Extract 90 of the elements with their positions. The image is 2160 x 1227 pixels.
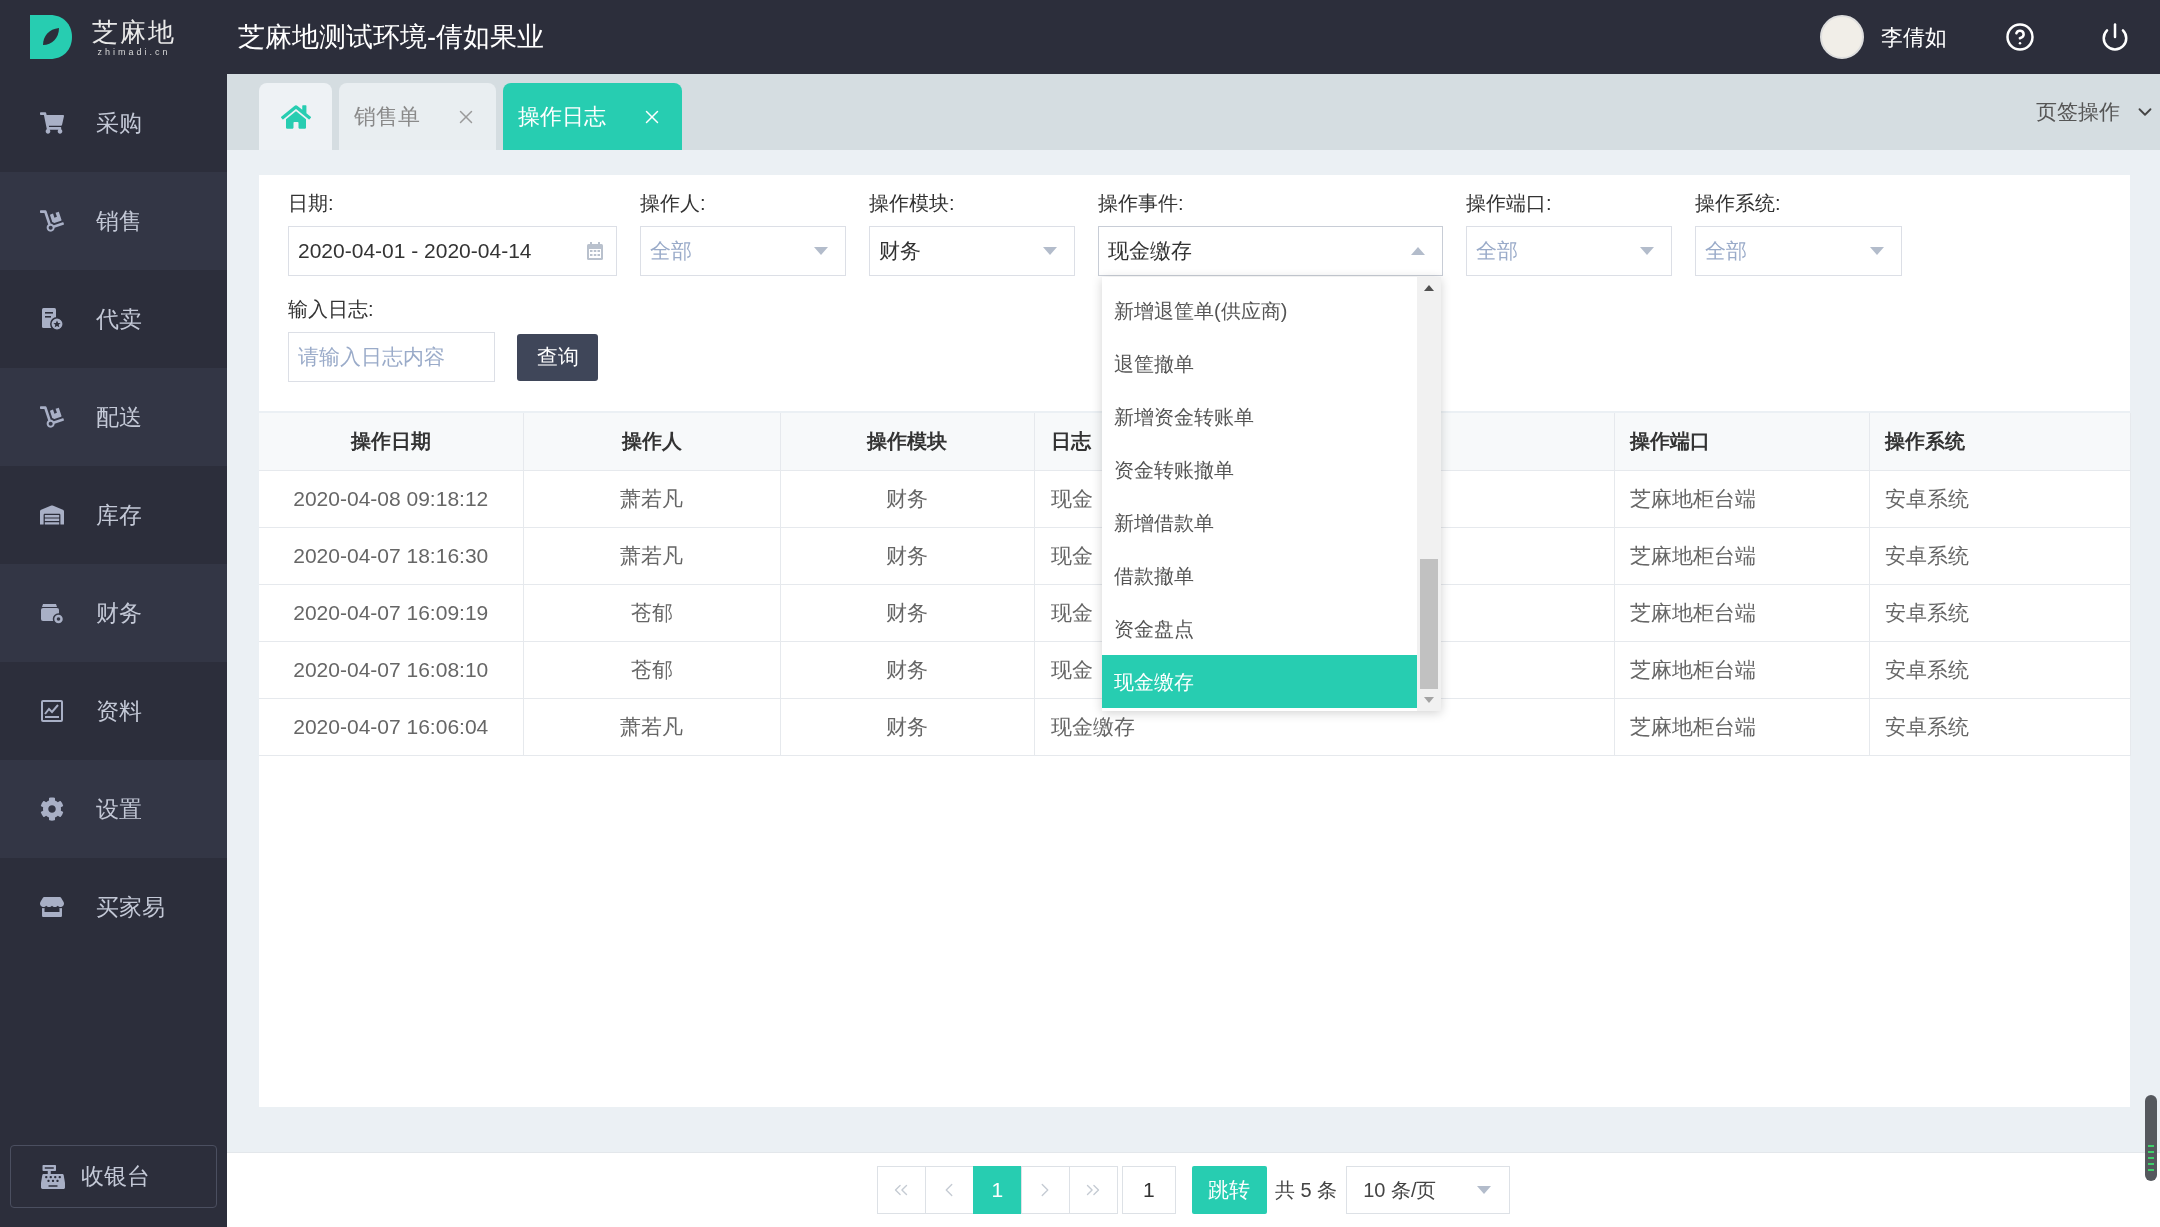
field-label: 日期: xyxy=(288,191,334,216)
first-page-button[interactable] xyxy=(876,1166,926,1214)
logo-icon xyxy=(30,15,72,59)
column-header: 操作模块 xyxy=(780,413,1034,470)
help-icon[interactable] xyxy=(2005,22,2035,52)
table-cell: 萧若凡 xyxy=(523,527,780,584)
total-count-text: 共 5 条 xyxy=(1274,1178,1338,1203)
table-cell: 萧若凡 xyxy=(523,470,780,527)
select-field[interactable]: 全部 xyxy=(1695,226,1902,276)
table-cell: 现金缴存 xyxy=(1034,698,1614,755)
table-cell: 芝麻地柜台端 xyxy=(1614,470,1869,527)
next-page-button[interactable] xyxy=(1020,1166,1070,1214)
table-cell: 安卓系统 xyxy=(1869,470,2130,527)
store-icon xyxy=(40,895,64,919)
power-icon[interactable] xyxy=(2100,22,2130,52)
caret-down-icon xyxy=(1477,1186,1492,1194)
hand-truck-icon xyxy=(40,405,64,429)
caret-up-icon xyxy=(1411,247,1425,255)
column-header: 操作日期 xyxy=(259,413,523,470)
sidebar-item[interactable]: 设置 xyxy=(0,760,227,858)
table-cell: 芝麻地柜台端 xyxy=(1614,584,1869,641)
select-field[interactable]: 全部 xyxy=(1466,226,1672,276)
table-cell: 芝麻地柜台端 xyxy=(1614,527,1869,584)
scrollbar-track[interactable] xyxy=(1417,277,1441,711)
page-size-select[interactable]: 10 条/页 xyxy=(1346,1166,1511,1214)
table-cell: 2020-04-07 16:08:10 xyxy=(259,641,523,698)
cash-register-icon xyxy=(41,1164,65,1189)
table-cell: 2020-04-07 18:16:30 xyxy=(259,527,523,584)
caret-down-icon xyxy=(1640,247,1654,255)
select-field[interactable]: 全部 xyxy=(640,226,846,276)
tab[interactable] xyxy=(259,83,332,150)
sidebar-item[interactable]: 配送 xyxy=(0,368,227,466)
table-cell: 安卓系统 xyxy=(1869,641,2130,698)
previous-page-button[interactable] xyxy=(924,1166,974,1214)
hand-truck-icon xyxy=(40,209,64,233)
table-cell: 芝麻地柜台端 xyxy=(1614,698,1869,755)
table-cell: 财务 xyxy=(780,584,1034,641)
table-cell: 苍郁 xyxy=(523,641,780,698)
column-header: 操作系统 xyxy=(1869,413,2130,470)
last-page-button[interactable] xyxy=(1068,1166,1118,1214)
field-label: 操作系统: xyxy=(1695,191,1781,216)
table-cell: 安卓系统 xyxy=(1869,698,2130,755)
caret-down-icon xyxy=(1043,247,1057,255)
field-label: 输入日志: xyxy=(288,297,374,322)
caret-down-icon xyxy=(1870,247,1884,255)
table-cell: 财务 xyxy=(780,641,1034,698)
wallet-gear-icon xyxy=(40,601,64,625)
table-cell: 安卓系统 xyxy=(1869,527,2130,584)
logo-domain-text: zhimadi.cn xyxy=(97,46,171,58)
page-jump-field[interactable]: 1 xyxy=(1121,1166,1176,1214)
column-header: 操作端口 xyxy=(1614,413,1869,470)
document-star-icon xyxy=(40,307,64,331)
table-cell: 苍郁 xyxy=(523,584,780,641)
scrollbar-thumb[interactable] xyxy=(2145,1095,2157,1181)
avatar[interactable] xyxy=(1820,15,1864,59)
table-cell: 芝麻地柜台端 xyxy=(1614,641,1869,698)
select-field[interactable]: 现金缴存 xyxy=(1098,226,1443,276)
chart-frame-icon xyxy=(40,699,64,723)
select-field[interactable]: 财务 xyxy=(869,226,1075,276)
table-cell: 2020-04-07 16:09:19 xyxy=(259,584,523,641)
table-cell: 2020-04-08 09:18:12 xyxy=(259,470,523,527)
table-cell: 财务 xyxy=(780,527,1034,584)
log-search-field[interactable]: 请输入日志内容 xyxy=(288,332,495,382)
table-cell: 安卓系统 xyxy=(1869,584,2130,641)
cashier-button[interactable]: 收银台 xyxy=(10,1145,217,1208)
calendar-icon[interactable] xyxy=(587,242,603,260)
settings-icon xyxy=(40,797,64,821)
caret-down-icon xyxy=(814,247,828,255)
field-label: 操作事件: xyxy=(1098,191,1184,216)
cart-icon xyxy=(40,111,64,135)
scrollbar-thumb[interactable] xyxy=(1420,559,1438,689)
field-label: 操作模块: xyxy=(869,191,955,216)
date-field[interactable]: 2020-04-01 - 2020-04-14 xyxy=(288,226,617,276)
table-cell: 萧若凡 xyxy=(523,698,780,755)
tab-menu-button[interactable]: 页签操作 xyxy=(2036,96,2156,128)
column-header: 操作人 xyxy=(523,413,780,470)
table-cell: 财务 xyxy=(780,470,1034,527)
field-label: 操作端口: xyxy=(1466,191,1552,216)
table-cell: 2020-04-07 16:06:04 xyxy=(259,698,523,755)
field-label: 操作人: xyxy=(640,191,706,216)
warehouse-icon xyxy=(40,503,64,527)
sidebar-item[interactable]: 财务 xyxy=(0,564,227,662)
sidebar-item[interactable]: 销售 xyxy=(0,172,227,270)
user-name[interactable]: 李倩如 xyxy=(1881,20,1947,54)
query-button[interactable]: 查询 xyxy=(517,333,598,381)
app-title: 芝麻地测试环境-倩如果业 xyxy=(238,20,544,54)
logo-text: 芝麻地 xyxy=(92,16,176,47)
down-triangle-icon[interactable] xyxy=(1424,697,1434,703)
up-triangle-icon[interactable] xyxy=(1424,285,1434,291)
table-cell: 财务 xyxy=(780,698,1034,755)
